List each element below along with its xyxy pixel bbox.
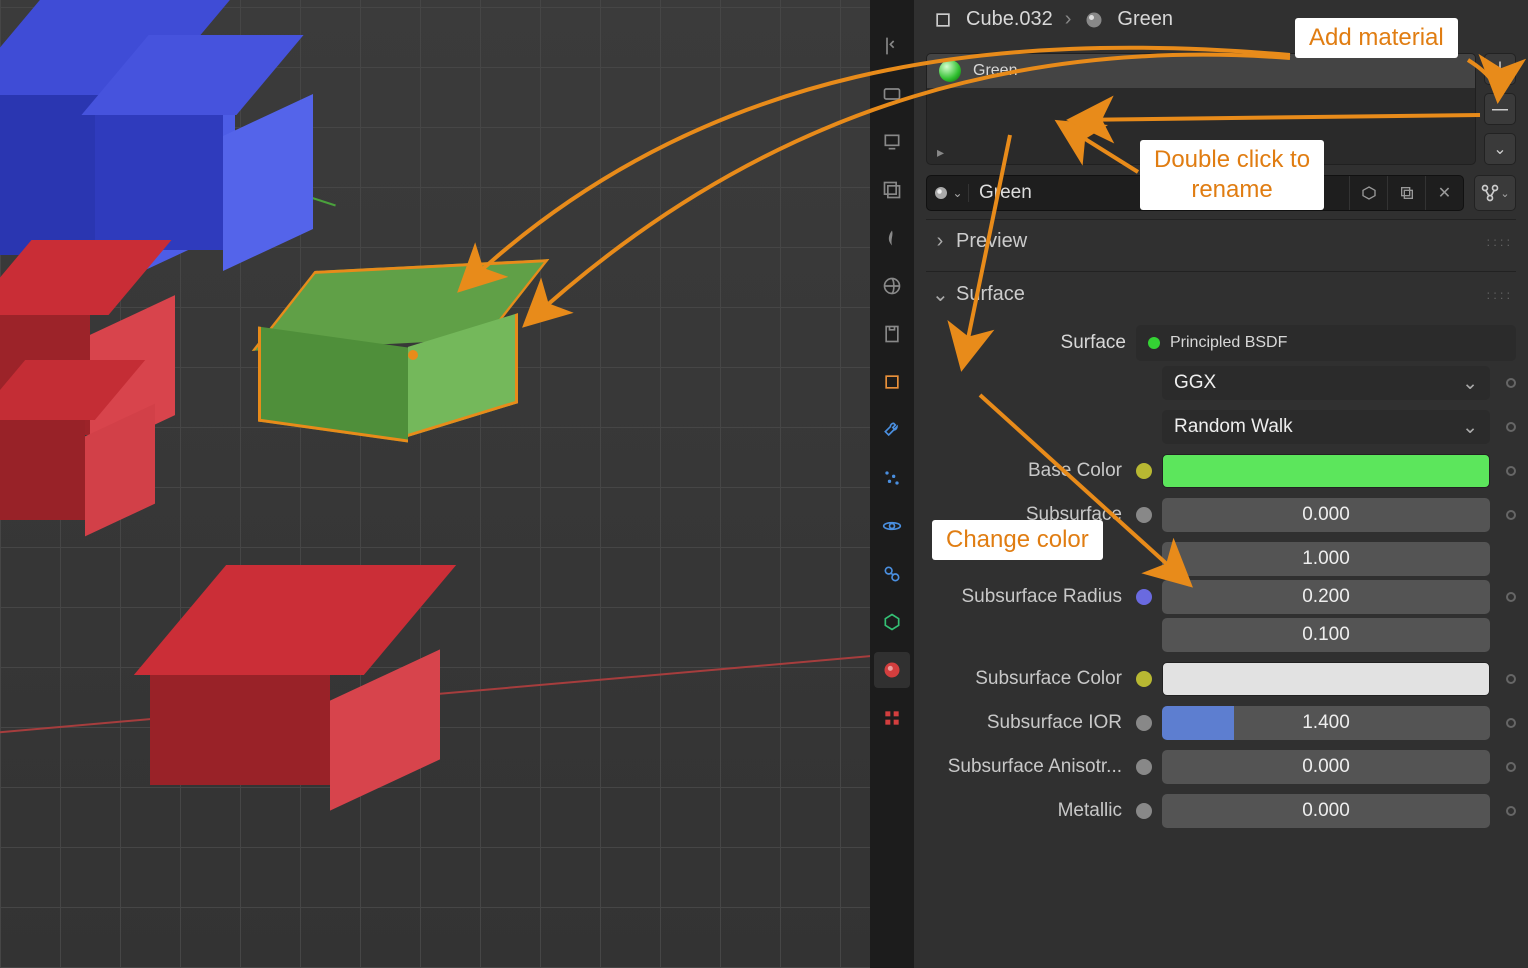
add-material-slot-button[interactable]: ＋ <box>1484 53 1516 85</box>
shader-name: Principled BSDF <box>1170 334 1287 352</box>
sss-aniso-label: Subsurface Anisotr... <box>926 756 1126 778</box>
anim-dot[interactable] <box>1506 422 1516 432</box>
expand-slot-icon[interactable]: ▸ <box>937 144 944 161</box>
fake-user-button[interactable] <box>1349 176 1387 210</box>
distribution-select[interactable]: GGX⌄ <box>1162 366 1490 400</box>
base-color-swatch[interactable] <box>1162 454 1490 488</box>
sss-color-swatch[interactable] <box>1162 662 1490 696</box>
material-browse-button[interactable]: ⌄ <box>927 184 969 202</box>
base-color-label: Base Color <box>926 460 1126 482</box>
breadcrumb-material[interactable]: Green <box>1117 8 1173 31</box>
preview-section-header[interactable]: › Preview : : : : <box>926 219 1516 263</box>
anim-dot[interactable] <box>1506 674 1516 684</box>
material-ball-icon <box>1083 9 1105 31</box>
anim-dot[interactable] <box>1506 806 1516 816</box>
material-preview-ball-icon <box>939 60 961 82</box>
anim-dot[interactable] <box>1506 592 1516 602</box>
surface-section-header[interactable]: ⌄ Surface : : : : <box>926 271 1516 317</box>
input-socket-icon[interactable] <box>1136 759 1152 775</box>
remove-material-slot-button[interactable]: － <box>1484 93 1516 125</box>
input-socket-icon[interactable] <box>1136 507 1152 523</box>
viewport-3d[interactable] <box>0 0 870 968</box>
sss-radius-r-input[interactable]: 1.000 <box>1162 542 1490 576</box>
subsurface-input[interactable]: 0.000 <box>1162 498 1490 532</box>
input-socket-icon[interactable] <box>1136 715 1152 731</box>
sss-ior-label: Subsurface IOR <box>926 712 1126 734</box>
scene-tab-icon[interactable] <box>874 220 910 256</box>
anim-dot[interactable] <box>1506 466 1516 476</box>
breadcrumb-object[interactable]: Cube.032 <box>966 8 1053 31</box>
sss-radius-b-input[interactable]: 0.100 <box>1162 618 1490 652</box>
material-slot-item[interactable]: Green <box>927 54 1475 88</box>
anim-dot[interactable] <box>1506 378 1516 388</box>
duplicate-material-button[interactable] <box>1387 176 1425 210</box>
object-tab-icon[interactable] <box>874 364 910 400</box>
anim-dot[interactable] <box>1506 718 1516 728</box>
particles-tab-icon[interactable] <box>874 460 910 496</box>
world-tab-icon[interactable] <box>874 268 910 304</box>
sss-radius-g-input[interactable]: 0.200 <box>1162 580 1490 614</box>
input-socket-icon[interactable] <box>1136 463 1152 479</box>
collection-tab-icon[interactable] <box>874 316 910 352</box>
input-socket-icon[interactable] <box>1136 803 1152 819</box>
shader-socket-icon <box>1148 337 1160 349</box>
grip-dots-icon[interactable]: : : : : <box>1487 288 1510 302</box>
tool-tab-icon[interactable] <box>874 28 910 64</box>
unlink-material-button[interactable]: ✕ <box>1425 176 1463 210</box>
anim-dot[interactable] <box>1506 762 1516 772</box>
sss-color-label: Subsurface Color <box>926 668 1126 690</box>
chevron-right-icon: › <box>932 230 948 253</box>
section-title: Surface <box>956 283 1025 306</box>
surface-shader-select[interactable]: Principled BSDF <box>1136 325 1516 361</box>
properties-tabs <box>870 0 914 968</box>
section-title: Preview <box>956 230 1027 253</box>
render-tab-icon[interactable] <box>874 76 910 112</box>
annotation-add-material: Add material <box>1295 18 1458 58</box>
object-origin-icon <box>408 350 418 360</box>
input-socket-icon[interactable] <box>1136 589 1152 605</box>
node-tree-button[interactable]: ⌄ <box>1474 175 1516 211</box>
output-tab-icon[interactable] <box>874 124 910 160</box>
physics-tab-icon[interactable] <box>874 508 910 544</box>
grip-dots-icon[interactable]: : : : : <box>1487 235 1510 249</box>
metallic-label: Metallic <box>926 800 1126 822</box>
surface-shader-label: Surface <box>926 332 1126 354</box>
sss-ior-input[interactable]: 1.400 <box>1162 706 1490 740</box>
chevron-down-icon: ⌄ <box>932 282 948 307</box>
material-tab-icon[interactable] <box>874 652 910 688</box>
annotation-rename: Double click torename <box>1140 140 1324 210</box>
sss-aniso-input[interactable]: 0.000 <box>1162 750 1490 784</box>
material-slot-name[interactable]: Green <box>973 62 1017 80</box>
texture-tab-icon[interactable] <box>874 700 910 736</box>
input-socket-icon[interactable] <box>1136 671 1152 687</box>
constraint-tab-icon[interactable] <box>874 556 910 592</box>
modifier-tab-icon[interactable] <box>874 412 910 448</box>
anim-dot[interactable] <box>1506 510 1516 520</box>
annotation-change-color: Change color <box>932 520 1103 560</box>
material-slot-menu-button[interactable]: ⌄ <box>1484 133 1516 165</box>
cube-outline-icon <box>932 9 954 31</box>
mesh-data-tab-icon[interactable] <box>874 604 910 640</box>
viewlayer-tab-icon[interactable] <box>874 172 910 208</box>
chevron-right-icon: › <box>1065 8 1072 31</box>
metallic-input[interactable]: 0.000 <box>1162 794 1490 828</box>
sss-radius-label: Subsurface Radius <box>926 586 1126 608</box>
sss-method-select[interactable]: Random Walk⌄ <box>1162 410 1490 444</box>
